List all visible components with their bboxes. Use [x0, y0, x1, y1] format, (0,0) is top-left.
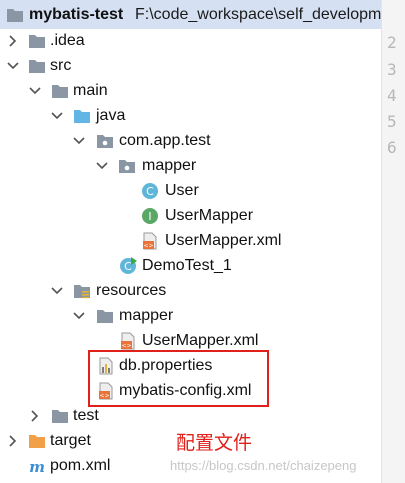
- folder-icon: [96, 307, 114, 325]
- maven-icon: m: [28, 457, 46, 476]
- chevron-down-icon[interactable]: [50, 108, 64, 124]
- tree-item-label: resources: [96, 282, 167, 299]
- source-folder-icon: [73, 107, 91, 125]
- line-number: 2: [387, 33, 397, 52]
- project-tree: mybatis-test F:\code_workspace\self_deve…: [0, 0, 381, 483]
- project-path: F:\code_workspace\self_development: [135, 6, 381, 23]
- tree-row-mapper-package[interactable]: mapper: [0, 154, 381, 179]
- chevron-down-icon[interactable]: [50, 283, 64, 299]
- config-files-highlight-box: [88, 350, 269, 407]
- project-name: mybatis-test: [29, 6, 124, 23]
- svg-text:I: I: [148, 210, 151, 223]
- line-number: 4: [387, 86, 397, 105]
- tree-row-src[interactable]: src: [0, 54, 381, 79]
- folder-icon: [28, 32, 46, 50]
- chevron-down-icon[interactable]: [6, 58, 20, 74]
- chevron-down-icon[interactable]: [72, 133, 86, 149]
- svg-text:C: C: [146, 185, 154, 198]
- xml-file-icon: <>: [141, 232, 159, 250]
- tree-item-label: User: [165, 182, 199, 199]
- folder-icon: [51, 82, 69, 100]
- tree-row-package[interactable]: com.app.test: [0, 129, 381, 154]
- chevron-down-icon[interactable]: [95, 158, 109, 174]
- tree-row-mapper-folder[interactable]: mapper: [0, 304, 381, 329]
- interface-icon: I: [141, 207, 159, 225]
- svg-text:C: C: [124, 260, 132, 273]
- tree-item-label: pom.xml: [50, 457, 111, 474]
- tree-item-label: src: [50, 57, 72, 74]
- svg-text:<>: <>: [121, 343, 131, 350]
- tree-row-idea[interactable]: .idea: [0, 29, 381, 54]
- tree-item-label: test: [73, 407, 99, 424]
- folder-icon: [28, 57, 46, 75]
- tree-row-usermapper-xml[interactable]: <> UserMapper.xml: [0, 229, 381, 254]
- line-number: 6: [387, 138, 397, 157]
- tree-item-label: UserMapper: [165, 207, 254, 224]
- runnable-class-icon: C: [119, 257, 137, 275]
- line-number: 5: [387, 112, 397, 131]
- package-icon: [118, 157, 136, 175]
- line-number: 3: [387, 60, 397, 79]
- tree-row-resources[interactable]: resources: [0, 279, 381, 304]
- tree-row-main[interactable]: main: [0, 79, 381, 104]
- tree-row-usermapper[interactable]: I UserMapper: [0, 204, 381, 229]
- xml-file-icon: <>: [119, 332, 137, 350]
- svg-text:<>: <>: [143, 243, 153, 250]
- tree-row-user[interactable]: C User: [0, 179, 381, 204]
- folder-icon: [51, 407, 69, 425]
- chevron-right-icon[interactable]: [28, 408, 42, 424]
- tree-item-label: .idea: [50, 32, 85, 49]
- config-files-annotation: 配置文件: [176, 432, 253, 454]
- tree-item-label: target: [50, 432, 91, 449]
- tree-row-root[interactable]: mybatis-test F:\code_workspace\self_deve…: [0, 3, 381, 28]
- tree-item-label: UserMapper.xml: [165, 232, 282, 249]
- resources-folder-icon: [73, 282, 91, 300]
- chevron-down-icon[interactable]: [28, 83, 42, 99]
- svg-text:m: m: [29, 458, 45, 475]
- tree-item-label: mapper: [119, 307, 174, 324]
- tree-item-label: mapper: [142, 157, 197, 174]
- editor-gutter: 2 3 4 5 6: [381, 0, 405, 483]
- tree-item-label: main: [73, 82, 108, 99]
- chevron-down-icon[interactable]: [72, 308, 86, 324]
- tree-item-label: com.app.test: [119, 132, 211, 149]
- folder-icon: [6, 6, 24, 24]
- tree-row-test[interactable]: test: [0, 404, 381, 429]
- tree-item-label: UserMapper.xml: [142, 332, 259, 349]
- watermark: https://blog.csdn.net/chaizepeng: [170, 458, 357, 473]
- class-icon: C: [141, 182, 159, 200]
- chevron-right-icon[interactable]: [6, 33, 20, 49]
- tree-row-demotest[interactable]: C DemoTest_1: [0, 254, 381, 279]
- chevron-right-icon[interactable]: [6, 433, 20, 449]
- tree-item-label: java: [96, 107, 126, 124]
- excluded-folder-icon: [28, 432, 46, 450]
- package-icon: [96, 132, 114, 150]
- tree-row-java[interactable]: java: [0, 104, 381, 129]
- tree-item-label: DemoTest_1: [142, 257, 232, 274]
